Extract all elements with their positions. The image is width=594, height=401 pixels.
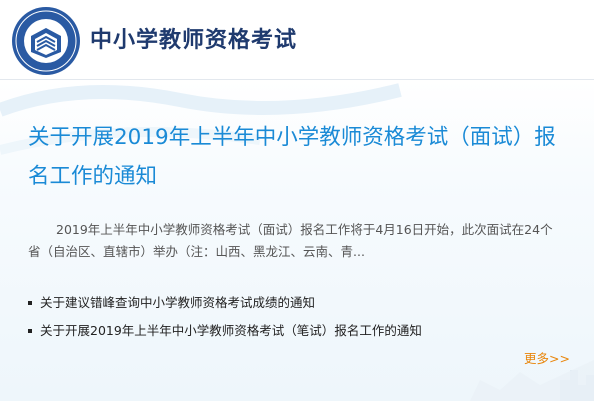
related-links-list: 关于建议错峰查询中小学教师资格考试成绩的通知 关于开展2019年上半年中小学教师… bbox=[28, 289, 568, 345]
list-item[interactable]: 关于建议错峰查询中小学教师资格考试成绩的通知 bbox=[28, 289, 568, 317]
article-summary: 2019年上半年中小学教师资格考试（面试）报名工作将于4月16日开始，此次面试在… bbox=[28, 222, 553, 259]
list-item[interactable]: 关于开展2019年上半年中小学教师资格考试（笔试）报名工作的通知 bbox=[28, 317, 568, 345]
site-header: 中小学教师资格考试 bbox=[0, 0, 594, 80]
related-link[interactable]: 关于开展2019年上半年中小学教师资格考试（笔试）报名工作的通知 bbox=[40, 323, 422, 338]
more-link[interactable]: 更多>> bbox=[524, 348, 570, 367]
related-link[interactable]: 关于建议错峰查询中小学教师资格考试成绩的通知 bbox=[40, 295, 315, 310]
bullet-icon bbox=[28, 329, 32, 333]
book-shield-logo-icon[interactable] bbox=[11, 6, 81, 76]
article-headline[interactable]: 关于开展2019年上半年中小学教师资格考试（面试）报名工作的通知 bbox=[28, 118, 568, 196]
bullet-icon bbox=[28, 301, 32, 305]
site-title: 中小学教师资格考试 bbox=[90, 28, 298, 53]
news-panel: 关于开展2019年上半年中小学教师资格考试（面试）报名工作的通知 2019年上半… bbox=[0, 80, 594, 401]
